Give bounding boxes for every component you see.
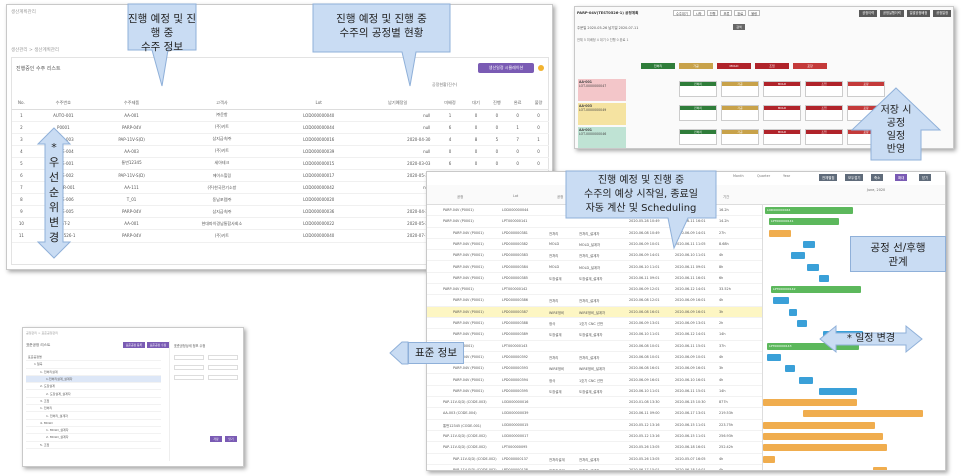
- schedule-change-callout: * 일정 변경: [846, 333, 896, 344]
- callout-line: 수주의 공정별 현황: [339, 27, 424, 39]
- priority-char: 우: [48, 156, 60, 169]
- callout-line: 공정 선/후행: [870, 242, 926, 254]
- callout-line: 공정: [886, 118, 906, 129]
- priority-char: 경: [48, 231, 60, 244]
- annotation-arrows: [36, 3, 942, 365]
- callout-line: 진행 예정 및 진행 중: [597, 175, 685, 186]
- callout-line: 자동 계산 및 Scheduling: [585, 203, 697, 214]
- priority-mark: *: [51, 141, 57, 154]
- callout-line: 저장 시: [880, 105, 912, 116]
- priority-char: 순: [48, 186, 60, 199]
- auto-schedule-callout: 진행 예정 및 진행 중 수주의 예상 시작일, 종료일 자동 계산 및 Sch…: [566, 174, 716, 216]
- priority-char: 선: [48, 171, 60, 184]
- standard-info-arrowhead: [389, 341, 409, 365]
- callout-line: 진행 예정 및 진행 중: [336, 13, 427, 25]
- priority-char: 위: [48, 201, 60, 214]
- process-relation-callout: 공정 선/후행 관계: [850, 236, 946, 272]
- callout-line: 일정: [886, 131, 906, 142]
- priority-change-callout: * 우 선 순 위 변 경: [44, 140, 64, 245]
- order-info-callout: 진행 예정 및 진행 중 수주 정보: [128, 12, 196, 54]
- process-status-callout: 진행 예정 및 진행 중 수주의 공정별 현황: [313, 12, 450, 40]
- priority-char: 변: [48, 216, 60, 229]
- standard-info-callout: 표준 정보: [408, 342, 464, 364]
- callout-line: 진행 예정 및 진행 중: [128, 13, 196, 39]
- callout-line: 반영: [886, 144, 906, 155]
- save-schedule-callout: 저장 시 공정 일정 반영: [871, 104, 921, 156]
- callout-line: 수주 정보: [141, 41, 183, 53]
- callout-line: 수주의 예상 시작일, 종료일: [584, 189, 698, 200]
- callout-line: 관계: [888, 256, 908, 268]
